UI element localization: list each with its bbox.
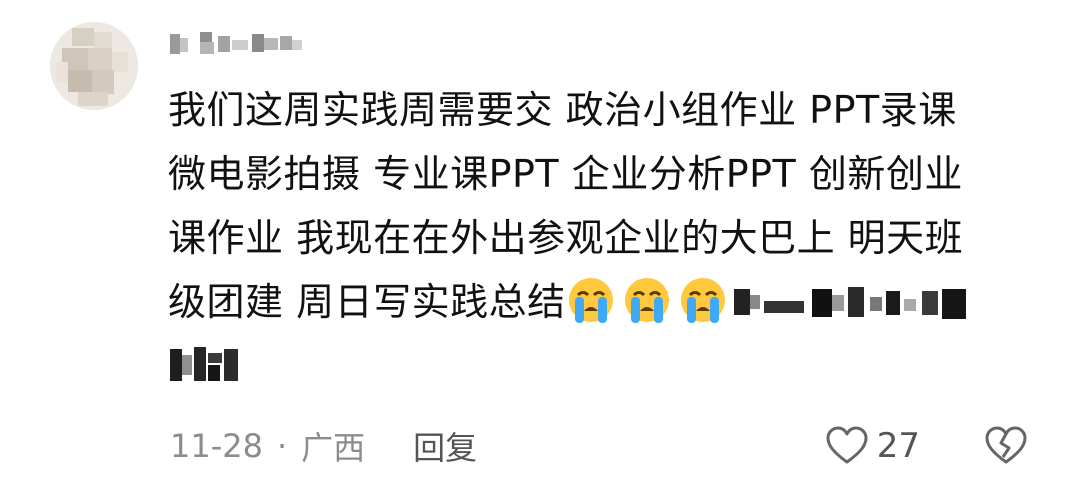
meta-separator: ·	[276, 427, 288, 465]
heart-outline-icon	[826, 426, 868, 464]
reply-button[interactable]: 回复	[413, 423, 477, 469]
loudly-crying-face-icon	[624, 278, 669, 323]
comment-line: 微电影拍摄 专业课PPT 企业分析PPT 创新创业	[168, 152, 963, 196]
comment-line-text: 级团建 周日写实践总结	[168, 280, 566, 324]
broken-heart-icon	[985, 426, 1027, 464]
comment-text: 我们这周实践周需要交 政治小组作业 PPT录课 微电影拍摄 专业课PPT 企业分…	[168, 78, 1028, 398]
comment-meta: 11-28 · 广西 回复	[170, 424, 477, 468]
loudly-crying-face-icon	[680, 278, 725, 323]
comment-line-pixelated	[168, 334, 1028, 398]
comment-location: 广西	[301, 429, 366, 467]
comment-line-last: 级团建 周日写实践总结	[168, 270, 1028, 334]
pixelated-mention	[733, 287, 966, 319]
comment-actions: 27	[825, 420, 1028, 472]
comment-date: 11-28	[170, 427, 263, 465]
avatar[interactable]	[50, 22, 138, 110]
pixelated-mention	[170, 347, 238, 381]
comment-item: 我们这周实践周需要交 政治小组作业 PPT录课 微电影拍摄 专业课PPT 企业分…	[0, 0, 1080, 483]
like-count: 27	[876, 426, 920, 466]
username[interactable]	[170, 30, 310, 56]
comment-line: 我们这周实践周需要交 政治小组作业 PPT录课	[168, 88, 957, 132]
loudly-crying-face-icon	[568, 278, 613, 323]
like-button[interactable]: 27	[825, 426, 920, 466]
comment-line: 课作业 我现在在外出参观企业的大巴上 明天班	[168, 216, 964, 260]
dislike-button[interactable]	[984, 426, 1028, 466]
